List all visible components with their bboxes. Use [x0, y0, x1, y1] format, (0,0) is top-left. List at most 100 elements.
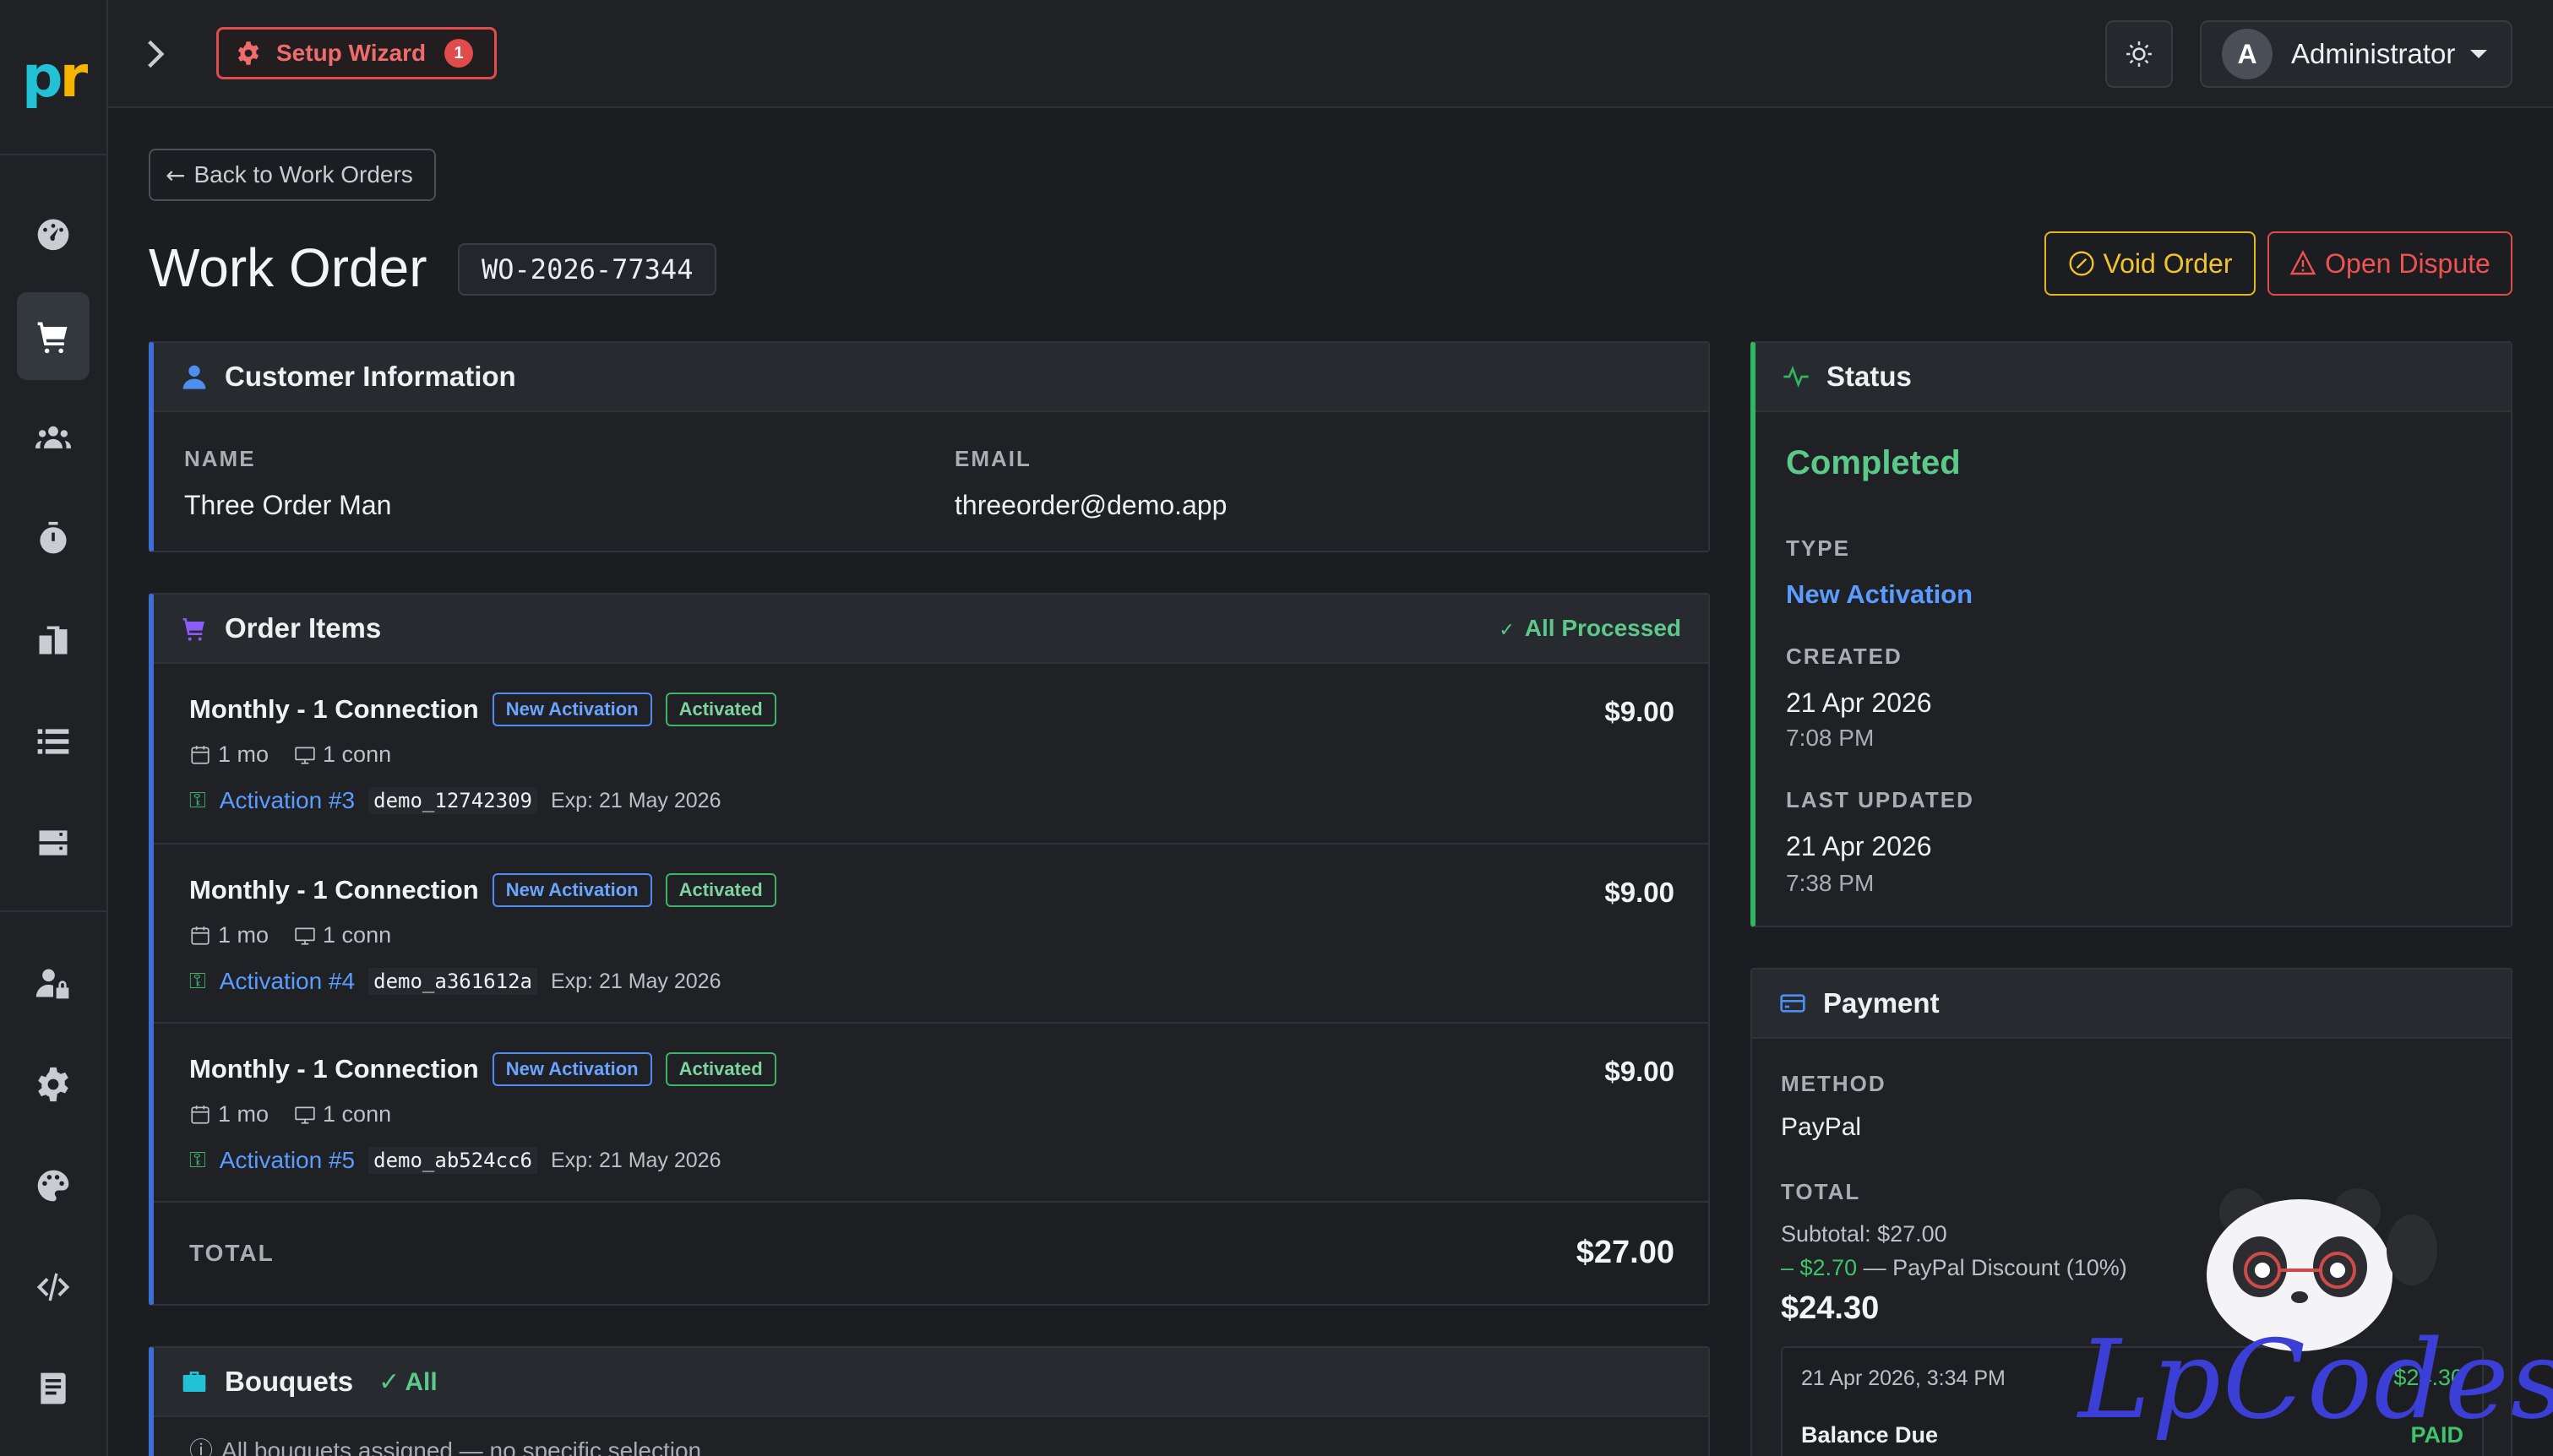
- activation-link[interactable]: Activation #3: [220, 787, 355, 814]
- item-name: Monthly - 1 Connection New Activation Ac…: [189, 1052, 776, 1086]
- calendar-icon: [191, 745, 210, 764]
- theme-toggle-button[interactable]: [2105, 20, 2173, 88]
- sidebar-item-packages[interactable]: [17, 596, 90, 684]
- customer-card-header: Customer Information: [154, 343, 1708, 412]
- slash-circle-icon: [2068, 251, 2094, 276]
- setup-wizard-button[interactable]: Setup Wizard 1: [216, 27, 497, 79]
- watermark-logo: LpCodes: [2078, 1317, 2553, 1443]
- sidebar-item-orders[interactable]: [17, 292, 90, 380]
- logo-letter-r: r: [59, 43, 88, 111]
- back-to-work-orders-button[interactable]: ← Back to Work Orders: [149, 149, 436, 201]
- dashboard-icon: [37, 219, 69, 251]
- order-items-heading: Order Items: [225, 612, 382, 644]
- user-menu-button[interactable]: A Administrator: [2200, 20, 2512, 88]
- order-total-row: TOTAL $27.00: [154, 1203, 1708, 1304]
- sidebar-item-settings[interactable]: [17, 1040, 90, 1128]
- item-name-text: Monthly - 1 Connection: [189, 1054, 479, 1084]
- activation-expiry: Exp: 21 May 2026: [550, 1148, 721, 1172]
- total-label: TOTAL: [189, 1240, 275, 1266]
- type-badge: New Activation: [492, 1052, 652, 1086]
- item-price: $9.00: [1604, 696, 1674, 727]
- open-dispute-button[interactable]: Open Dispute: [2267, 231, 2512, 296]
- discount-desc: — PayPal Discount (10%): [1863, 1255, 2127, 1280]
- stopwatch-icon: [40, 521, 67, 554]
- app-logo[interactable]: pr: [0, 0, 106, 155]
- sidebar-item-docs[interactable]: [17, 1345, 90, 1432]
- name-label: NAME: [184, 446, 256, 471]
- activation-expiry: Exp: 21 May 2026: [550, 969, 721, 993]
- void-order-button[interactable]: Void Order: [2044, 231, 2256, 296]
- created-time: 7:08 PM: [1786, 725, 1875, 751]
- server-icon: [39, 830, 68, 856]
- sidebar: pr: [0, 0, 108, 1456]
- sidebar-item-servers[interactable]: [17, 799, 90, 887]
- user-icon: [182, 365, 206, 389]
- item-name: Monthly - 1 Connection New Activation Ac…: [189, 873, 776, 907]
- check-icon: ✓: [378, 1366, 400, 1397]
- sidebar-item-customers[interactable]: [17, 394, 90, 481]
- created-label: CREATED: [1786, 644, 1903, 669]
- type-value: New Activation: [1786, 579, 1973, 609]
- monitor-icon: [295, 1106, 315, 1124]
- monitor-icon: [295, 926, 315, 945]
- arrow-left-icon: ←: [166, 160, 186, 189]
- sidebar-item-developer[interactable]: [17, 1243, 90, 1331]
- calendar-icon: [191, 926, 210, 945]
- packages-icon: [39, 626, 68, 655]
- back-label: Back to Work Orders: [193, 161, 413, 187]
- sidebar-expand-button[interactable]: [137, 34, 174, 74]
- sidebar-item-lists[interactable]: [17, 698, 90, 785]
- caret-down-icon: [2470, 50, 2488, 58]
- type-badge: New Activation: [492, 693, 652, 726]
- activation-code: demo_12742309: [368, 787, 537, 814]
- logo-letter-p: p: [21, 43, 63, 111]
- order-item-row: Monthly - 1 Connection New Activation Ac…: [154, 664, 1708, 845]
- sidebar-item-user-access[interactable]: [17, 939, 90, 1027]
- calendar-icon: [191, 1105, 210, 1124]
- dispute-label: Open Dispute: [2325, 247, 2490, 279]
- status-header: Status: [1756, 343, 2511, 412]
- check-icon: ✓: [1499, 620, 1515, 641]
- balance-due-label: Balance Due: [1801, 1422, 1939, 1448]
- item-duration: 1 mo: [218, 1101, 269, 1127]
- discount-amount: – $2.70: [1781, 1255, 1858, 1280]
- order-items-status: ✓ All Processed: [1499, 615, 1681, 642]
- info-icon: ⓘ: [189, 1437, 214, 1456]
- activity-icon: [1783, 366, 1809, 388]
- state-badge: Activated: [665, 873, 776, 907]
- topbar: Setup Wizard 1 A Administrator: [108, 0, 2553, 108]
- gear-icon: [38, 1067, 68, 1102]
- customer-name: Three Order Man: [184, 490, 392, 520]
- user-lock-icon: [35, 969, 69, 999]
- type-badge: New Activation: [492, 873, 652, 907]
- item-connections: 1 conn: [323, 922, 392, 948]
- item-name-text: Monthly - 1 Connection: [189, 694, 479, 724]
- item-duration: 1 mo: [218, 742, 269, 767]
- payment-header: Payment: [1752, 970, 2511, 1039]
- discount-line: – $2.70 — PayPal Discount (10%): [1781, 1255, 2127, 1281]
- state-badge: Activated: [665, 1052, 776, 1086]
- order-items-card: Order Items ✓ All Processed Monthly - 1 C…: [149, 593, 1710, 1306]
- sidebar-item-timers[interactable]: [17, 495, 90, 583]
- activation-link[interactable]: Activation #4: [220, 968, 355, 995]
- setup-wizard-badge: 1: [444, 39, 474, 68]
- key-icon: ⚿: [189, 787, 206, 813]
- sidebar-item-themes[interactable]: [17, 1142, 90, 1230]
- state-badge: Activated: [665, 693, 776, 726]
- activation-code: demo_a361612a: [368, 968, 537, 995]
- item-meta: 1 mo 1 conn: [189, 1101, 391, 1127]
- item-activation: ⚿ Activation #5 demo_ab524cc6 Exp: 21 Ma…: [189, 1147, 721, 1174]
- sidebar-item-dashboard[interactable]: [17, 189, 90, 277]
- item-connections: 1 conn: [323, 1101, 392, 1127]
- void-label: Void Order: [2103, 247, 2233, 279]
- activation-expiry: Exp: 21 May 2026: [550, 788, 721, 812]
- avatar: A: [2222, 29, 2273, 79]
- warning-icon: [2289, 250, 2316, 275]
- status-heading: Status: [1826, 361, 1912, 392]
- briefcase-icon: [182, 1372, 206, 1392]
- bouquets-header: Bouquets ✓ All: [154, 1348, 1708, 1417]
- activation-link[interactable]: Activation #5: [220, 1147, 355, 1174]
- last-updated-label: LAST UPDATED: [1786, 787, 1974, 812]
- book-icon: [41, 1372, 66, 1404]
- total-value: $27.00: [1576, 1235, 1674, 1270]
